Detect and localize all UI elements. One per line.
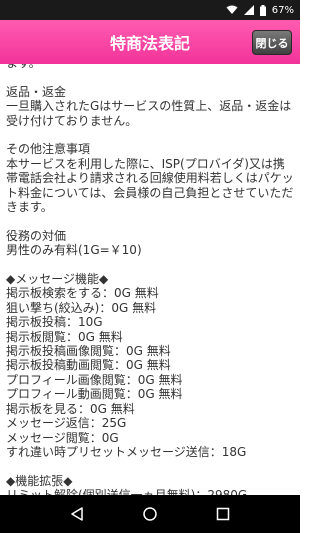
text-line: 掲示板を見る：0G 無料 <box>6 401 135 416</box>
legal-notice-content: ます。返品・返金一旦購入されたGはサービスの性質上、返品・返金は受け付けておりま… <box>0 64 300 495</box>
close-button[interactable]: 閉じる <box>252 30 292 55</box>
text-line: 掲示板閲覧：0G 無料 <box>6 329 123 344</box>
wifi-icon <box>226 5 238 14</box>
text-line: ◆メッセージ機能◆ <box>6 272 109 287</box>
text-line: すれ違い時プリセットメッセージ送信：18G <box>6 444 247 459</box>
text-line: 一旦購入されたGはサービスの性質上、返品・返金は受け付けておりません。 <box>6 99 292 128</box>
text-line: ◆機能拡張◆ <box>6 473 73 488</box>
text-line: 返品・返金 <box>6 84 67 99</box>
text-line: メッセージ返信：25G <box>6 416 127 431</box>
status-bar: 67% <box>0 0 300 20</box>
page-title: 特商法表記 <box>109 34 190 53</box>
text-line: 役務の対価 <box>6 228 67 243</box>
back-icon[interactable] <box>69 506 85 522</box>
text-line: 掲示板投稿：10G <box>6 315 103 330</box>
text-line: その他注意事項 <box>6 142 91 157</box>
text-line: 本サービスを利用した際に、ISP(プロバイダ)又は携帯電話会社より請求される回線… <box>6 156 294 215</box>
text-line: 掲示板投稿画像閲覧：0G 無料 <box>6 344 171 359</box>
navigation-bar <box>0 495 300 533</box>
battery-icon <box>259 4 266 16</box>
text-line: リミット解除(個別送信一ヵ月無料)：2980G <box>6 488 294 495</box>
text-line: プロフィール画像閲覧：0G 無料 <box>6 372 183 387</box>
legal-notice-text: ます。返品・返金一旦購入されたGはサービスの性質上、返品・返金は受け付けておりま… <box>6 64 294 495</box>
text-line: 狙い撃ち(絞込み)：0G 無料 <box>6 300 157 315</box>
text-line: 掲示板検索をする：0G 無料 <box>6 286 159 301</box>
text-line: プロフィール動画閲覧：0G 無料 <box>6 387 183 402</box>
recents-icon[interactable] <box>215 506 231 522</box>
text-line: 男性のみ有料(1G=￥10) <box>6 243 142 258</box>
text-line: メッセージ閲覧：0G <box>6 430 119 445</box>
text-line: 掲示板投稿動画閲覧：0G 無料 <box>6 358 171 373</box>
battery-percent: 67% <box>271 4 294 16</box>
signal-icon <box>243 5 254 15</box>
header: 特商法表記 閉じる <box>0 20 300 64</box>
home-icon[interactable] <box>142 506 158 522</box>
